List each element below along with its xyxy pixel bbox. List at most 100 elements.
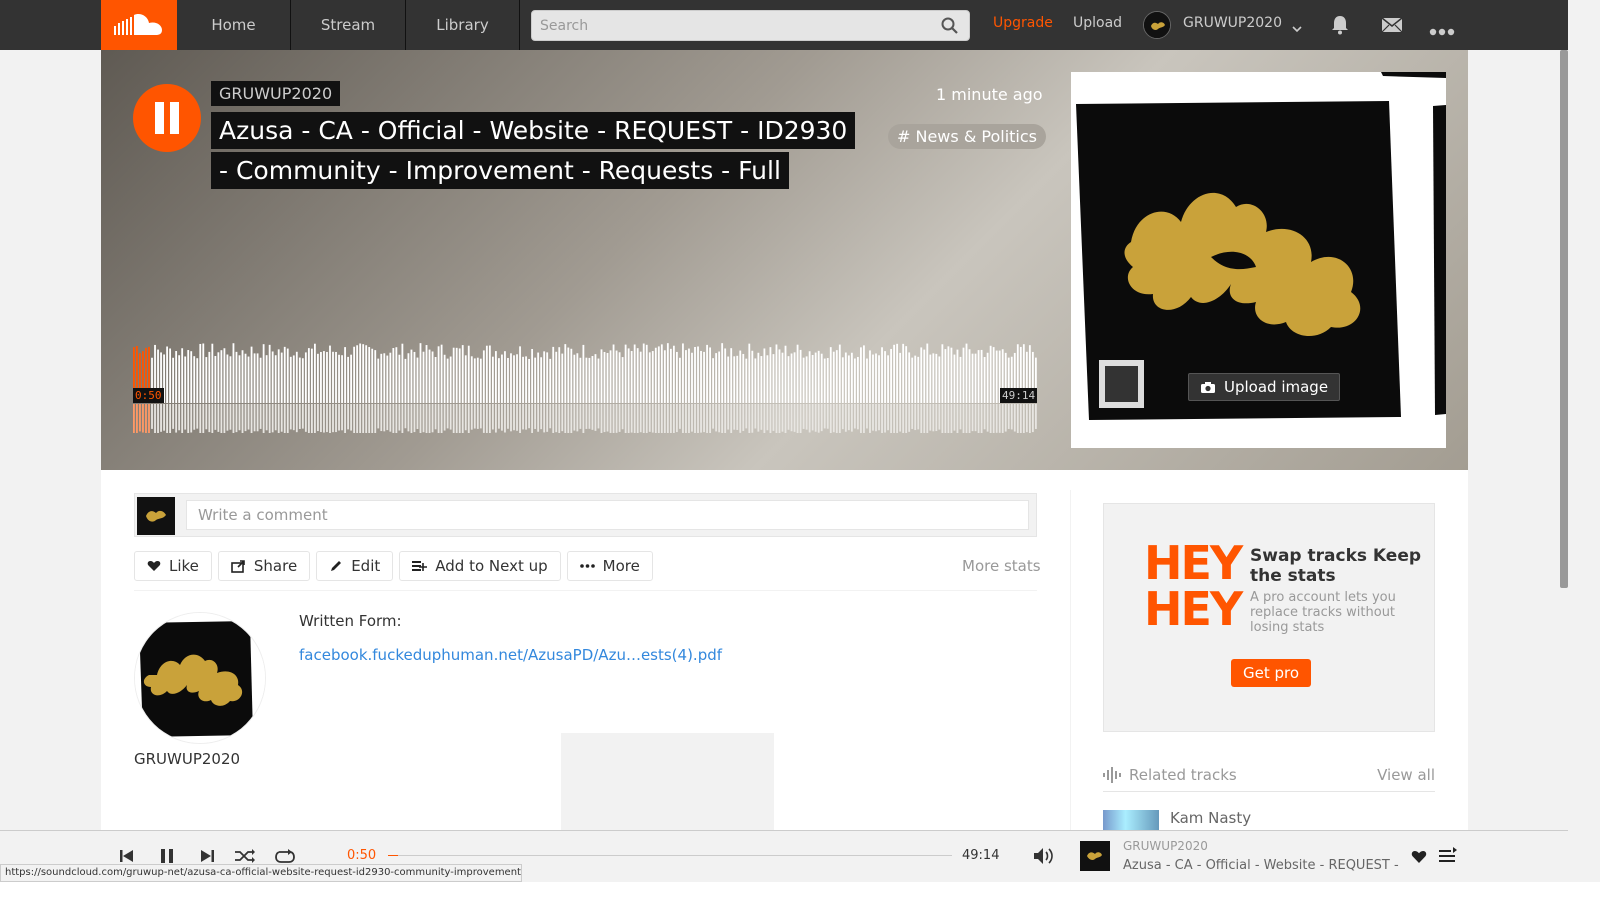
waveform-reflection-bar <box>510 404 512 432</box>
search-input[interactable] <box>532 11 969 40</box>
upgrade-link[interactable]: Upgrade <box>993 15 1053 31</box>
waveform-reflection-bar <box>498 404 500 429</box>
add-to-next-up-button[interactable]: Add to Next up <box>399 551 561 581</box>
player-duration: 49:14 <box>962 848 1000 863</box>
waveform-bar <box>887 355 889 403</box>
waveform-reflection-bar <box>663 404 666 433</box>
waveform-reflection-bar <box>437 404 440 433</box>
waveform-bar <box>247 356 250 403</box>
waveform-reflection-bar <box>280 404 283 432</box>
soundcloud-logo-icon[interactable] <box>101 0 177 50</box>
waveform-bar <box>588 357 591 403</box>
uploader-name[interactable]: GRUWUP2020 <box>134 750 240 768</box>
nav-home[interactable]: Home <box>177 0 291 50</box>
edit-button[interactable]: Edit <box>316 551 394 581</box>
player-track-artist[interactable]: GRUWUP2020 <box>1123 839 1208 853</box>
waveform-reflection-bar <box>941 404 944 433</box>
page-scrollbar-thumb[interactable] <box>1560 50 1568 588</box>
waveform-reflection-bar <box>908 404 911 432</box>
waveform-seek-bar[interactable] <box>133 335 1038 433</box>
waveform-bar <box>250 346 253 403</box>
waveform-reflection-bar <box>292 404 295 431</box>
get-pro-button[interactable]: Get pro <box>1231 659 1312 687</box>
upload-link[interactable]: Upload <box>1073 15 1122 31</box>
player-progress-bar[interactable] <box>388 855 952 856</box>
waveform-bar <box>965 343 968 403</box>
notifications-bell-icon[interactable] <box>1331 15 1349 39</box>
waveform-bar <box>501 354 503 403</box>
hero-pause-button[interactable] <box>133 84 201 152</box>
waveform-reflection-bar <box>157 404 159 433</box>
browser-status-url: https://soundcloud.com/gruwup-net/azusa-… <box>0 864 522 882</box>
waveform-reflection-bar <box>772 404 775 431</box>
nav-stream[interactable]: Stream <box>291 0 406 50</box>
like-button[interactable]: Like <box>134 551 212 581</box>
waveform-reflection-bar <box>751 404 754 433</box>
waveform-bar <box>190 351 193 403</box>
waveform-bar <box>573 354 576 403</box>
view-all-link[interactable]: View all <box>1377 766 1435 784</box>
volume-icon[interactable] <box>1033 847 1055 869</box>
more-options-icon[interactable] <box>1429 21 1455 40</box>
waveform-bar <box>570 348 573 403</box>
waveform-reflection-bar <box>745 404 748 429</box>
waveform-reflection-bar <box>217 404 220 432</box>
waveform-bar <box>624 344 627 403</box>
waveform-bar <box>968 349 971 403</box>
waveform-bar <box>685 350 687 403</box>
waveform-bar <box>742 353 745 403</box>
uploader-avatar[interactable] <box>134 612 266 744</box>
waveform-bar <box>748 343 751 403</box>
user-avatar[interactable] <box>1143 11 1171 39</box>
waveform-reflection-bar <box>347 404 349 430</box>
waveform-bar <box>917 356 920 403</box>
waveform-reflection-bar <box>893 404 896 433</box>
waveform-bar <box>986 352 989 403</box>
share-button[interactable]: Share <box>217 551 311 581</box>
waveform-bar <box>449 356 452 403</box>
waveform-reflection-bar <box>235 404 238 433</box>
search-icon[interactable] <box>941 17 959 39</box>
player-track-thumbnail[interactable] <box>1080 841 1110 871</box>
waveform-reflection-bar <box>688 404 690 433</box>
waveform-reflection-bar <box>473 404 476 429</box>
comment-input[interactable] <box>186 500 1029 530</box>
waveform-reflection-bar <box>594 404 597 431</box>
waveform-bar <box>826 358 829 403</box>
waveform-reflection-bar <box>479 404 482 429</box>
more-button[interactable]: More <box>566 551 653 581</box>
chevron-down-icon[interactable] <box>1292 18 1302 37</box>
heart-icon[interactable] <box>1411 849 1427 868</box>
waveform-bar <box>274 355 277 403</box>
waveform-reflection-bar <box>1010 404 1013 430</box>
waveform-reflection-bar <box>944 404 947 433</box>
waveform-reflection-bar <box>950 404 953 433</box>
related-track-artist[interactable]: Kam Nasty <box>1170 809 1251 827</box>
waveform-reflection-bar <box>669 404 672 433</box>
description-link[interactable]: facebook.fuckeduphuman.net/AzusaPD/Azu…e… <box>299 646 722 664</box>
queue-icon[interactable] <box>1439 847 1457 867</box>
waveform-reflection-bar <box>679 404 681 429</box>
waveform-bar <box>651 351 654 403</box>
track-artist-link[interactable]: GRUWUP2020 <box>211 81 341 106</box>
waveform-bar <box>392 348 395 403</box>
waveform-reflection-bar <box>989 404 992 433</box>
nav-library[interactable]: Library <box>406 0 520 50</box>
waveform-reflection-bar <box>1019 404 1022 433</box>
genre-tag[interactable]: # News & Politics <box>888 124 1046 149</box>
waveform-reflection-bar <box>181 404 184 433</box>
waveform-reflection-bar <box>784 404 787 433</box>
waveform-reflection-bar <box>998 404 1001 433</box>
waveform-reflection-bar <box>660 404 663 433</box>
upload-image-button[interactable]: Upload image <box>1188 373 1341 401</box>
related-track-thumbnail[interactable] <box>1103 810 1159 830</box>
more-stats-link[interactable]: More stats <box>962 557 1041 575</box>
waveform-bar <box>329 345 331 403</box>
waveform-reflection-bar <box>519 404 521 433</box>
waveform-reflection-bar <box>314 404 316 433</box>
waveform-reflection-bar <box>923 404 926 433</box>
messages-mail-icon[interactable] <box>1381 17 1403 37</box>
player-track-title[interactable]: Azusa - CA - Official - Website - REQUES… <box>1123 858 1403 873</box>
user-menu-name[interactable]: GRUWUP2020 <box>1183 15 1282 31</box>
waveform-reflection-bar <box>404 404 407 429</box>
